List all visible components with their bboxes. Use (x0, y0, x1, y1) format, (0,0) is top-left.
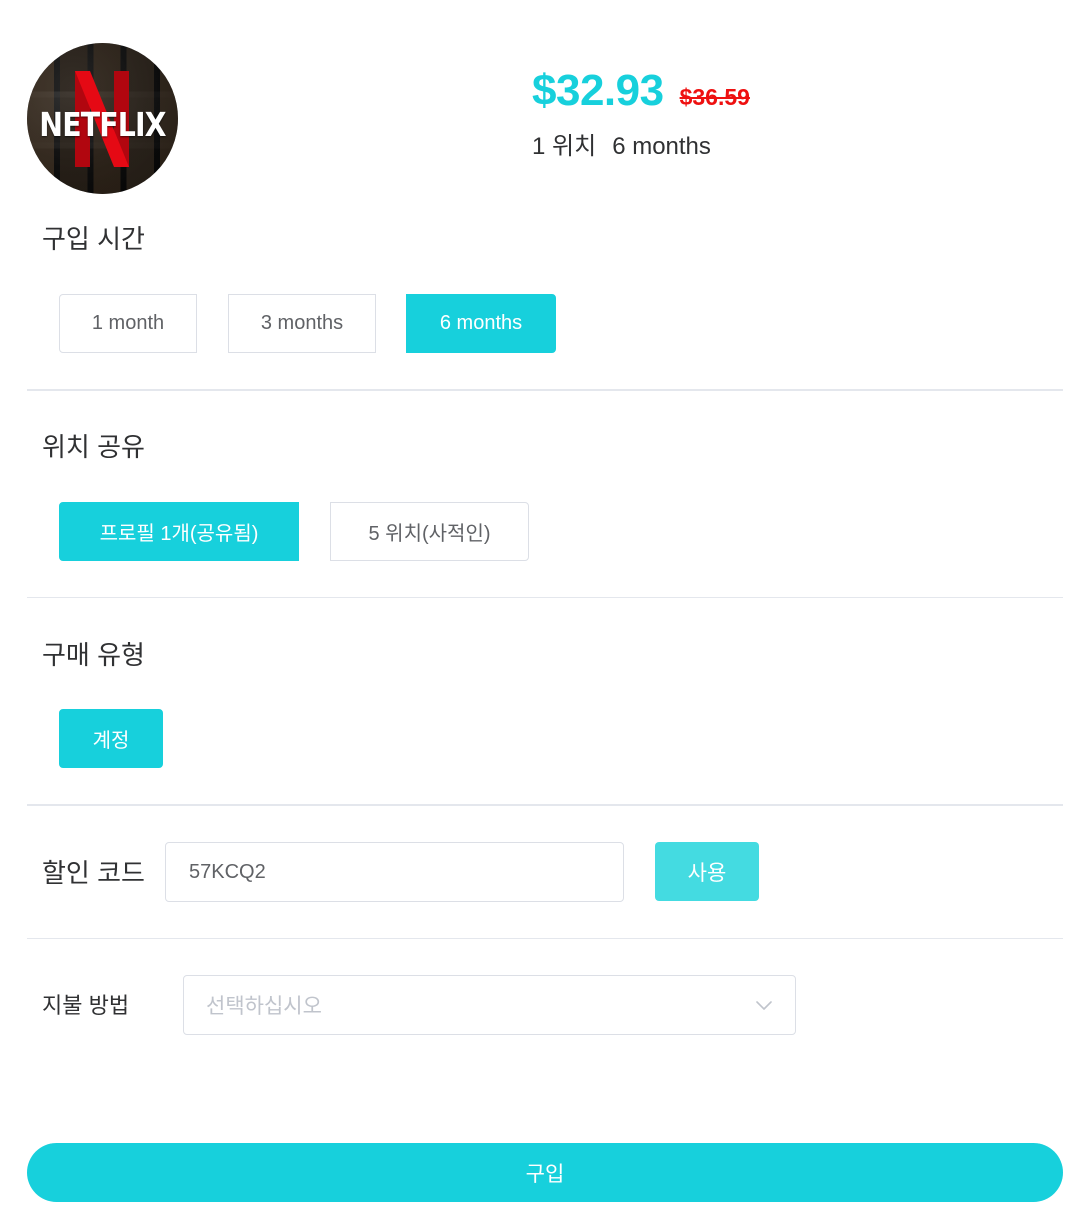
current-price: $32.93 (532, 66, 664, 115)
duration-option-1-month[interactable]: 1 month (59, 294, 197, 353)
netflix-logo: NETFLIX (27, 43, 178, 194)
price-block: $32.93 $36.59 1 위치 6 months (532, 66, 750, 161)
purchase-type-title: 구매 유형 (42, 640, 145, 670)
discount-code-input[interactable] (165, 842, 624, 902)
discount-code-label: 할인 코드 (42, 858, 145, 888)
payment-method-placeholder: 선택하십시오 (206, 995, 322, 1018)
payment-method-select[interactable]: 선택하십시오 (183, 975, 796, 1035)
seat-sharing-title: 위치 공유 (42, 432, 145, 462)
seat-option-shared-profile[interactable]: 프로필 1개(공유됨) (59, 502, 299, 561)
section-divider (27, 597, 1063, 598)
payment-method-label: 지불 방법 (42, 993, 130, 1018)
summary-seats: 1 위치 (532, 133, 597, 160)
netflix-wordmark: NETFLIX (39, 105, 166, 144)
type-option-account[interactable]: 계정 (59, 709, 163, 768)
duration-option-6-months[interactable]: 6 months (406, 294, 556, 353)
section-divider (27, 938, 1063, 939)
purchase-page: NETFLIX $32.93 $36.59 1 위치 6 months 구입 시간… (0, 0, 1078, 1224)
original-price: $36.59 (679, 84, 750, 110)
purchase-button[interactable]: 구입 (27, 1143, 1063, 1202)
section-divider (27, 389, 1063, 391)
chevron-down-icon (756, 1001, 772, 1010)
summary-duration: 6 months (612, 133, 711, 160)
apply-code-button[interactable]: 사용 (655, 842, 759, 901)
selection-summary: 1 위치 6 months (532, 126, 750, 161)
section-divider (27, 804, 1063, 806)
duration-option-3-months[interactable]: 3 months (228, 294, 376, 353)
seat-option-private[interactable]: 5 위치(사적인) (330, 502, 529, 561)
purchase-time-title: 구입 시간 (42, 224, 145, 254)
